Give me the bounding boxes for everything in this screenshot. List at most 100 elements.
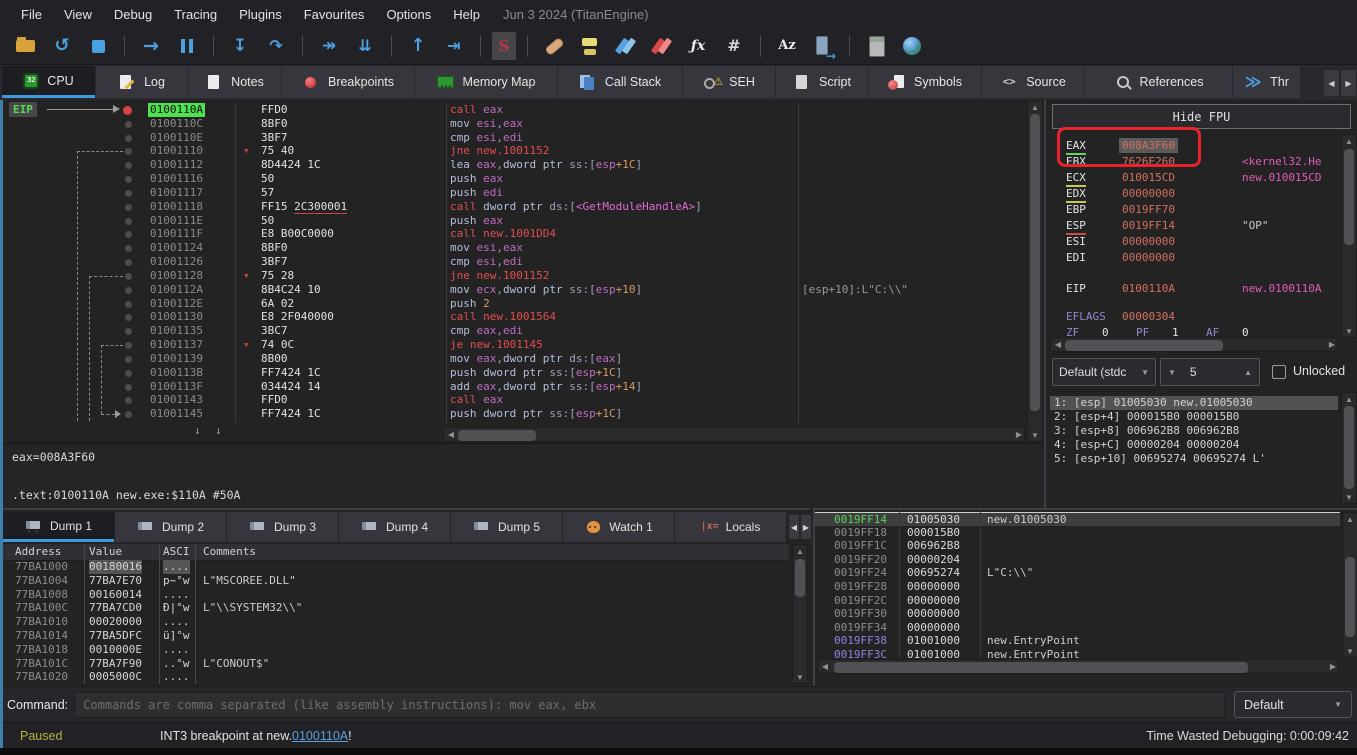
stack-value[interactable]: 00000000 xyxy=(907,621,960,635)
scroll-down-icon[interactable]: ▼ xyxy=(1344,646,1356,657)
command-input[interactable] xyxy=(74,692,1225,718)
register-row[interactable]: EBP0019FF70 xyxy=(1046,202,1338,217)
disasm-row[interactable]: 01001145FF7424 1Cpush dword ptr ss:[esp+… xyxy=(3,407,1023,421)
argument-row[interactable]: 4: [esp+C] 00000204 00000204 xyxy=(1050,438,1338,452)
stack-row[interactable]: 0019FF18000015B0 xyxy=(815,526,1340,540)
instruction-dot[interactable] xyxy=(125,245,132,252)
instruction-dot[interactable] xyxy=(125,121,132,128)
dump-tab-scroll-right-icon[interactable]: ▶ xyxy=(800,514,812,540)
calling-convention-select[interactable]: Default (stdc ▼ xyxy=(1052,358,1156,386)
tab-references[interactable]: References xyxy=(1085,66,1232,98)
tab-script[interactable]: Script xyxy=(776,66,868,98)
argument-row[interactable]: 1: [esp] 01005030 new.01005030 xyxy=(1050,396,1338,410)
stack-row[interactable]: 0019FF2800000000 xyxy=(815,580,1340,594)
scroll-thumb[interactable] xyxy=(1030,114,1040,411)
dump-tab-scroll-left-icon[interactable]: ◀ xyxy=(788,514,800,540)
instruction-dot[interactable] xyxy=(125,273,132,280)
step-into-icon[interactable] xyxy=(225,32,255,60)
scroll-thumb[interactable] xyxy=(1344,149,1354,245)
trace-into-icon[interactable] xyxy=(314,32,344,60)
scroll-down-icon[interactable]: ▼ xyxy=(1343,492,1355,503)
tab-source[interactable]: Source xyxy=(982,66,1084,98)
tab-scroll-right-icon[interactable]: ▶ xyxy=(1340,69,1357,97)
stack-value[interactable]: 006962B8 xyxy=(907,539,960,553)
instruction-dot[interactable] xyxy=(125,356,132,363)
stack-row[interactable]: 0019FF2C00000000 xyxy=(815,594,1340,608)
dump-value[interactable]: 77BA5DFC xyxy=(89,629,142,643)
instruction-dot[interactable] xyxy=(125,218,132,225)
tab-log[interactable]: Log xyxy=(96,66,187,98)
dump-value[interactable]: 77BA7E70 xyxy=(89,574,142,588)
disasm-row[interactable]: 0100113F034424 14add eax,dword ptr ss:[e… xyxy=(3,380,1023,394)
patch-icon[interactable] xyxy=(539,32,569,60)
instruction-dot[interactable] xyxy=(125,342,132,349)
disasm-row[interactable]: 0100111757push edi xyxy=(3,186,1023,200)
scroll-thumb[interactable] xyxy=(1344,406,1354,489)
stack-row[interactable]: 0019FF1401005030new.01005030 xyxy=(815,512,1340,526)
disasm-row[interactable]: 0100113BFF7424 1Cpush dword ptr ss:[esp+… xyxy=(3,366,1023,380)
tab-seh[interactable]: SEH xyxy=(683,66,775,98)
breakpoint-dot[interactable] xyxy=(123,106,132,115)
disasm-vertical-scrollbar[interactable]: ▲▼ xyxy=(1027,100,1043,442)
register-row[interactable]: EDI00000000 xyxy=(1046,250,1338,265)
stack-row[interactable]: 0019FF3000000000 xyxy=(815,607,1340,621)
command-profile-select[interactable]: Default ▼ xyxy=(1234,691,1352,718)
open-file-icon[interactable] xyxy=(11,32,41,60)
disasm-row[interactable]: 0100110AFFD0call eax xyxy=(3,103,1023,117)
stack-pane[interactable]: 0019FF1401005030new.010050300019FF180000… xyxy=(813,508,1357,686)
disasm-row[interactable]: 01001128▾75 28jne new.1001152 xyxy=(3,269,1023,283)
instruction-dot[interactable] xyxy=(125,370,132,377)
dump-row[interactable]: 77BA10200005000C.... xyxy=(3,670,789,681)
tab-call-stack[interactable]: Call Stack xyxy=(558,66,682,98)
register-row[interactable]: ESI00000000 xyxy=(1046,234,1338,249)
disasm-row[interactable]: 0100110E3BF7cmp esi,edi xyxy=(3,131,1023,145)
disasm-row[interactable]: 01001143FFD0call eax xyxy=(3,393,1023,407)
dump-row[interactable]: 77BA10180010000E.... xyxy=(3,643,789,657)
scroll-left-icon[interactable]: ◀ xyxy=(1052,339,1064,350)
menu-options[interactable]: Options xyxy=(375,0,442,28)
menu-debug[interactable]: Debug xyxy=(103,0,163,28)
scroll-up-icon[interactable]: ▲ xyxy=(1343,136,1355,147)
scroll-left-icon[interactable]: ◀ xyxy=(819,661,831,672)
disasm-row[interactable]: 010011128D4424 1Clea eax,dword ptr ss:[e… xyxy=(3,158,1023,172)
scroll-thumb[interactable] xyxy=(458,430,536,441)
stack-vertical-scrollbar[interactable]: ▲▼ xyxy=(1342,512,1357,658)
argument-row[interactable]: 3: [esp+8] 006962B8 006962B8 xyxy=(1050,424,1338,438)
restart-icon[interactable] xyxy=(47,32,77,60)
dump-vertical-scrollbar[interactable]: ▲▼ xyxy=(792,544,808,684)
dump-pane[interactable]: AddressValueASCIComments 77BA10000018001… xyxy=(3,508,810,686)
stack-value[interactable]: 00000000 xyxy=(907,594,960,608)
dump-row[interactable]: 77BA100800160014.... xyxy=(3,588,789,602)
dump-value[interactable]: 00180016 xyxy=(89,560,142,574)
instruction-dot[interactable] xyxy=(125,384,132,391)
stack-horizontal-scrollbar[interactable]: ◀▶ xyxy=(817,659,1339,674)
register-row[interactable]: ESP0019FF14"OP" xyxy=(1046,218,1338,233)
instruction-dot[interactable] xyxy=(125,287,132,294)
hide-fpu-button[interactable]: Hide FPU xyxy=(1052,104,1351,129)
disasm-row[interactable]: 01001137▾74 0Cje new.1001145 xyxy=(3,338,1023,352)
dump-header-value[interactable]: Value xyxy=(89,544,122,559)
tab-symbols[interactable]: Symbols xyxy=(869,66,981,98)
dump-tab-dump-5[interactable]: Dump 5 xyxy=(451,512,562,542)
argument-depth-stepper[interactable]: ▼ 5 ▲ xyxy=(1160,358,1260,386)
dump-header-address[interactable]: Address xyxy=(15,544,61,559)
stack-row[interactable]: 0019FF1C006962B8 xyxy=(815,539,1340,553)
scroll-right-icon[interactable]: ▶ xyxy=(1326,339,1338,350)
dump-row[interactable]: 77BA101C77BA7F90..°wL"CONOUT$" xyxy=(3,657,789,671)
disasm-row[interactable]: 01001110▾75 40jne new.1001152 xyxy=(3,144,1023,158)
scroll-left-icon[interactable]: ◀ xyxy=(445,429,457,440)
menu-view[interactable]: View xyxy=(53,0,103,28)
dump-row[interactable]: 77BA100477BA7E70p~°wL"MSCOREE.DLL" xyxy=(3,574,789,588)
dump-value[interactable]: 77BA7F90 xyxy=(89,657,142,671)
register-row[interactable]: EAX008A3F60 xyxy=(1046,138,1338,153)
disasm-row[interactable]: 0100112A8B4C24 10mov ecx,dword ptr ss:[e… xyxy=(3,283,1023,297)
dump-table-header[interactable]: AddressValueASCIComments xyxy=(3,544,789,561)
execute-till-return-icon[interactable] xyxy=(403,32,433,60)
instruction-dot[interactable] xyxy=(125,397,132,404)
dump-tab-watch-1[interactable]: Watch 1 xyxy=(563,512,674,542)
register-row[interactable]: ECX010015CDnew.010015CD xyxy=(1046,170,1338,185)
menu-tracing[interactable]: Tracing xyxy=(163,0,228,28)
tab-scroll-left-icon[interactable]: ◀ xyxy=(1323,69,1340,97)
registers-horizontal-scrollbar[interactable]: ◀▶ xyxy=(1050,337,1338,352)
disasm-row[interactable]: 01001118FF15 2C300001call dword ptr ds:[… xyxy=(3,200,1023,214)
